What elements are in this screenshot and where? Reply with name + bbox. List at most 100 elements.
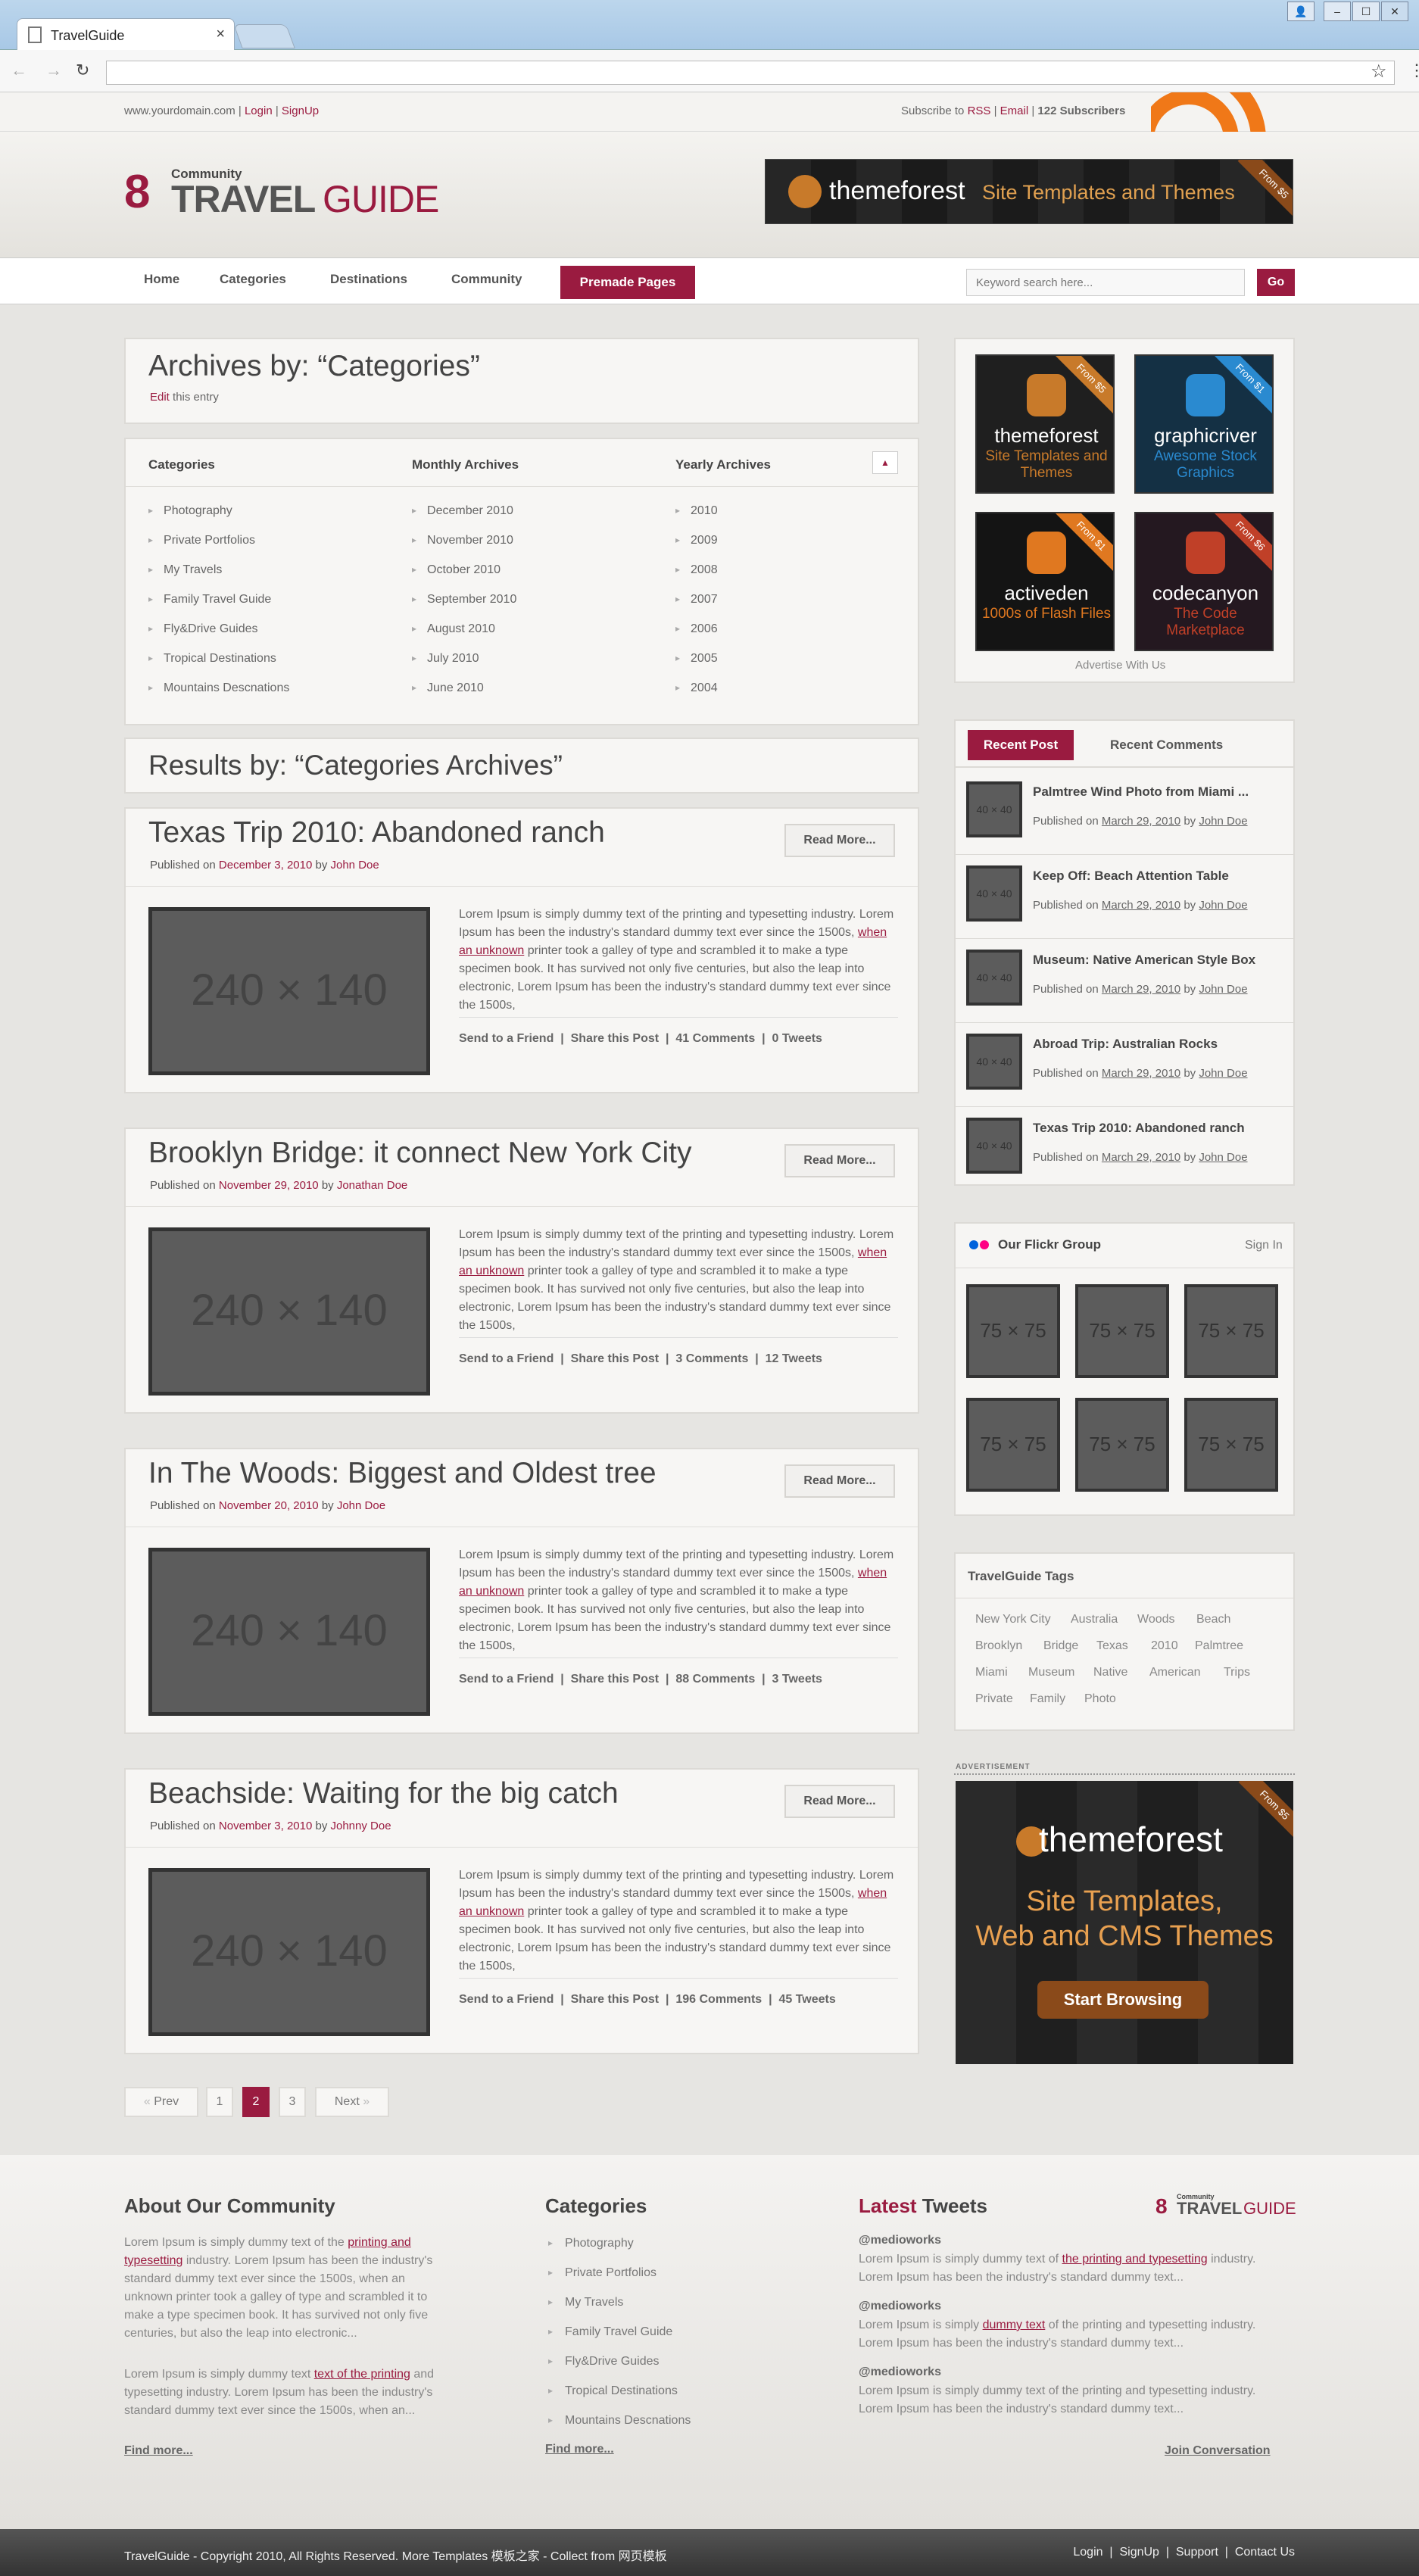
footer-category-link[interactable]: Tropical Destinations (548, 2384, 678, 2398)
advertise-link[interactable]: Advertise With Us (1075, 659, 1165, 672)
flickr-signin-link[interactable]: Sign In (1245, 1239, 1283, 1252)
recent-post-date-link[interactable]: March 29, 2010 (1102, 983, 1180, 996)
recent-post-thumbnail[interactable]: 40 × 40 (966, 1118, 1022, 1174)
comments-link[interactable]: 88 Comments (675, 1673, 755, 1686)
flickr-photo[interactable]: 75 × 75 (1075, 1398, 1169, 1492)
post-title[interactable]: Beachside: Waiting for the big catch (148, 1777, 619, 1810)
share-post-link[interactable]: Share this Post (571, 1673, 659, 1686)
nav-premade-pages[interactable]: Premade Pages (560, 266, 695, 299)
archive-item[interactable]: 2010 (675, 504, 718, 518)
recent-post-author-link[interactable]: John Doe (1199, 1067, 1247, 1080)
join-conversation-link[interactable]: Join Conversation (1165, 2444, 1271, 2458)
archive-item[interactable]: August 2010 (412, 622, 495, 636)
tag-link[interactable]: Texas (1096, 1639, 1128, 1653)
tweet-user[interactable]: @medioworks (859, 2365, 941, 2379)
flickr-photo[interactable]: 75 × 75 (1184, 1398, 1278, 1492)
email-link[interactable]: Email (1000, 104, 1029, 117)
edit-link[interactable]: Edit (150, 391, 170, 404)
recent-post-author-link[interactable]: John Doe (1199, 815, 1247, 828)
search-input[interactable] (966, 269, 1245, 296)
tag-link[interactable]: Private (975, 1692, 1013, 1706)
bookmark-star-icon[interactable]: ☆ (1371, 61, 1387, 83)
footer-category-link[interactable]: Photography (548, 2237, 634, 2250)
footer-about-link2[interactable]: text of the printing (314, 2368, 410, 2381)
recent-post-thumbnail[interactable]: 40 × 40 (966, 781, 1022, 837)
archive-item[interactable]: December 2010 (412, 504, 513, 518)
tag-link[interactable]: Family (1030, 1692, 1065, 1706)
flickr-photo[interactable]: 75 × 75 (966, 1398, 1060, 1492)
sidebar-ad-activeden[interactable]: activeden 1000s of Flash Files From $1 (975, 512, 1115, 651)
share-post-link[interactable]: Share this Post (571, 1993, 659, 2006)
archive-item[interactable]: Tropical Destinations (148, 652, 276, 666)
archive-item[interactable]: 2005 (675, 652, 718, 666)
start-browsing-button[interactable]: Start Browsing (1037, 1981, 1208, 2019)
send-to-friend-link[interactable]: Send to a Friend (459, 1352, 554, 1365)
site-logo[interactable]: 8 Community TRAVEL GUIDE (124, 165, 442, 220)
post-author-link[interactable]: John Doe (337, 1499, 385, 1512)
new-tab-button[interactable] (233, 24, 295, 48)
browser-tab[interactable]: TravelGuide × (17, 18, 235, 51)
read-more-button[interactable]: Read More... (784, 824, 895, 857)
tab-recent-comments[interactable]: Recent Comments (1110, 738, 1223, 753)
recent-post-author-link[interactable]: John Doe (1199, 1151, 1247, 1164)
reload-icon[interactable]: ↻ (76, 61, 89, 80)
login-link[interactable]: Login (245, 104, 273, 117)
post-title[interactable]: In The Woods: Biggest and Oldest tree (148, 1457, 656, 1490)
rss-link[interactable]: RSS (968, 104, 991, 117)
archive-item[interactable]: 2008 (675, 563, 718, 577)
menu-icon[interactable]: ⋮ (1408, 61, 1419, 80)
post-thumbnail[interactable]: 240 × 140 (148, 1868, 430, 2036)
tag-link[interactable]: Beach (1196, 1613, 1230, 1626)
archive-item[interactable]: July 2010 (412, 652, 479, 666)
tweet-user[interactable]: @medioworks (859, 2234, 941, 2247)
tag-link[interactable]: Bridge (1043, 1639, 1078, 1653)
archive-item[interactable]: Family Travel Guide (148, 593, 271, 607)
sidebar-ad-codecanyon[interactable]: codecanyon The Code Marketplace From $6 (1134, 512, 1274, 651)
tweet-link[interactable]: the printing and typesetting (1062, 2253, 1208, 2266)
post-author-link[interactable]: Johnny Doe (331, 1820, 391, 1832)
archive-item[interactable]: October 2010 (412, 563, 501, 577)
archive-item[interactable]: My Travels (148, 563, 222, 577)
nav-destinations[interactable]: Destinations (330, 272, 407, 287)
sidebar-ad-themeforest[interactable]: themeforest Site Templates and Themes From… (975, 354, 1115, 494)
recent-post-date-link[interactable]: March 29, 2010 (1102, 1067, 1180, 1080)
tag-link[interactable]: Brooklyn (975, 1639, 1022, 1653)
sidebar-ad-graphicriver[interactable]: graphicriver Awesome Stock Graphics From $… (1134, 354, 1274, 494)
recent-post-title[interactable]: Palmtree Wind Photo from Miami ... (1033, 784, 1249, 800)
share-post-link[interactable]: Share this Post (571, 1032, 659, 1045)
recent-post-thumbnail[interactable]: 40 × 40 (966, 950, 1022, 1006)
tag-link[interactable]: 2010 (1151, 1639, 1178, 1653)
post-date-link[interactable]: November 3, 2010 (219, 1820, 312, 1832)
recent-post-thumbnail[interactable]: 40 × 40 (966, 865, 1022, 922)
tab-close-icon[interactable]: × (216, 26, 225, 43)
comments-link[interactable]: 3 Comments (675, 1352, 748, 1365)
search-go-button[interactable]: Go (1257, 269, 1295, 296)
post-author-link[interactable]: John Doe (331, 859, 379, 872)
comments-link[interactable]: 41 Comments (675, 1032, 755, 1045)
archive-item[interactable]: September 2010 (412, 593, 516, 607)
tag-link[interactable]: Native (1093, 1666, 1127, 1679)
recent-post-title[interactable]: Keep Off: Beach Attention Table (1033, 869, 1229, 884)
window-close-icon[interactable]: ✕ (1381, 2, 1408, 21)
tag-link[interactable]: American (1149, 1666, 1201, 1679)
archive-item[interactable]: Fly&Drive Guides (148, 622, 257, 636)
flickr-photo[interactable]: 75 × 75 (966, 1284, 1060, 1378)
user-icon[interactable]: 👤 (1287, 2, 1315, 21)
page-1[interactable]: 1 (206, 2087, 233, 2117)
post-title[interactable]: Texas Trip 2010: Abandoned ranch (148, 816, 605, 850)
read-more-button[interactable]: Read More... (784, 1464, 895, 1498)
tweets-link[interactable]: 12 Tweets (766, 1352, 822, 1365)
pagination-prev[interactable]: « Prev (124, 2087, 198, 2117)
tweet-user[interactable]: @medioworks (859, 2300, 941, 2313)
post-author-link[interactable]: Jonathan Doe (337, 1179, 407, 1192)
recent-post-title[interactable]: Texas Trip 2010: Abandoned ranch (1033, 1121, 1245, 1136)
nav-community[interactable]: Community (451, 272, 522, 287)
post-title[interactable]: Brooklyn Bridge: it connect New York Cit… (148, 1137, 692, 1170)
big-ad-banner[interactable]: themeforest Site Templates, Web and CMS … (956, 1781, 1293, 2064)
tweets-link[interactable]: 45 Tweets (778, 1993, 835, 2006)
rss-icon[interactable] (1151, 92, 1275, 132)
recent-post-author-link[interactable]: John Doe (1199, 983, 1247, 996)
collapse-button[interactable]: ▲ (872, 451, 898, 474)
tag-link[interactable]: Trips (1224, 1666, 1250, 1679)
flickr-photo[interactable]: 75 × 75 (1184, 1284, 1278, 1378)
